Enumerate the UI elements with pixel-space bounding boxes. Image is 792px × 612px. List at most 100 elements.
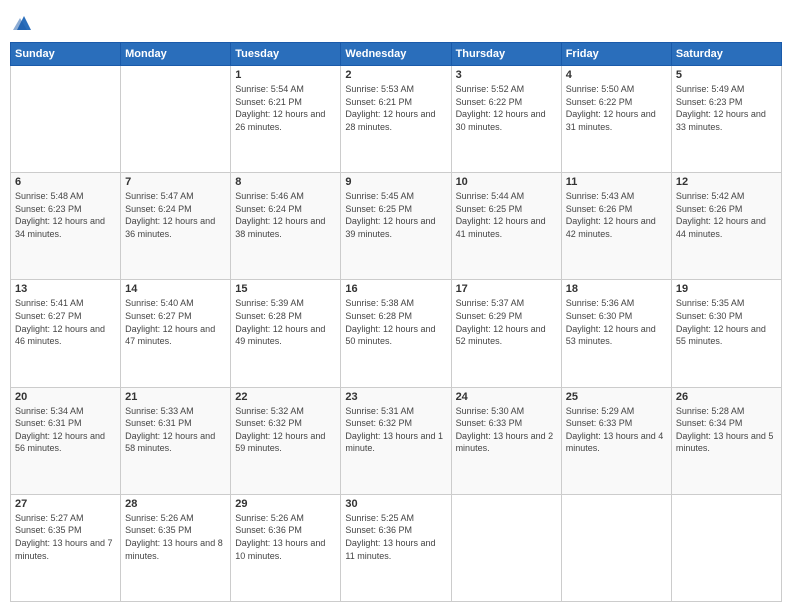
calendar-table: Sunday Monday Tuesday Wednesday Thursday… — [10, 42, 782, 602]
day-info: Sunrise: 5:40 AMSunset: 6:27 PMDaylight:… — [125, 297, 226, 347]
cell-w0-d1 — [121, 66, 231, 173]
cell-w4-d1: 28 Sunrise: 5:26 AMSunset: 6:35 PMDayligh… — [121, 494, 231, 601]
day-number: 27 — [15, 498, 116, 510]
day-info: Sunrise: 5:53 AMSunset: 6:21 PMDaylight:… — [345, 83, 446, 133]
cell-w1-d3: 9 Sunrise: 5:45 AMSunset: 6:25 PMDaylight… — [341, 173, 451, 280]
cell-w1-d6: 12 Sunrise: 5:42 AMSunset: 6:26 PMDayligh… — [671, 173, 781, 280]
cell-w3-d2: 22 Sunrise: 5:32 AMSunset: 6:32 PMDayligh… — [231, 387, 341, 494]
day-number: 25 — [566, 391, 667, 403]
day-number: 26 — [676, 391, 777, 403]
day-number: 15 — [235, 283, 336, 295]
day-number: 23 — [345, 391, 446, 403]
day-number: 17 — [456, 283, 557, 295]
cell-w2-d4: 17 Sunrise: 5:37 AMSunset: 6:29 PMDayligh… — [451, 280, 561, 387]
cell-w2-d1: 14Sunrise: 5:40 AMSunset: 6:27 PMDayligh… — [121, 280, 231, 387]
col-friday: Friday — [561, 43, 671, 66]
cell-w4-d4 — [451, 494, 561, 601]
day-info: Sunrise: 5:43 AMSunset: 6:26 PMDaylight:… — [566, 190, 667, 240]
day-number: 13 — [15, 283, 116, 295]
cell-w2-d2: 15 Sunrise: 5:39 AMSunset: 6:28 PMDayligh… — [231, 280, 341, 387]
header — [10, 10, 782, 34]
day-info: Sunrise: 5:49 AMSunset: 6:23 PMDaylight:… — [676, 83, 777, 133]
cell-w4-d5 — [561, 494, 671, 601]
day-info: Sunrise: 5:44 AMSunset: 6:25 PMDaylight:… — [456, 190, 557, 240]
day-number: 29 — [235, 498, 336, 510]
cell-w4-d2: 29 Sunrise: 5:26 AMSunset: 6:36 PMDayligh… — [231, 494, 341, 601]
day-number: 28 — [125, 498, 226, 510]
cell-w2-d0: 13 Sunrise: 5:41 AMSunset: 6:27 PMDayligh… — [11, 280, 121, 387]
week-row-3: 13 Sunrise: 5:41 AMSunset: 6:27 PMDayligh… — [11, 280, 782, 387]
day-info: Sunrise: 5:54 AMSunset: 6:21 PMDaylight:… — [235, 83, 336, 133]
day-info: Sunrise: 5:42 AMSunset: 6:26 PMDaylight:… — [676, 190, 777, 240]
day-number: 2 — [345, 69, 446, 81]
day-info: Sunrise: 5:50 AMSunset: 6:22 PMDaylight:… — [566, 83, 667, 133]
day-info: Sunrise: 5:45 AMSunset: 6:25 PMDaylight:… — [345, 190, 446, 240]
col-monday: Monday — [121, 43, 231, 66]
day-number: 24 — [456, 391, 557, 403]
logo-icon — [13, 12, 35, 34]
cell-w1-d2: 8 Sunrise: 5:46 AMSunset: 6:24 PMDaylight… — [231, 173, 341, 280]
day-info: Sunrise: 5:32 AMSunset: 6:32 PMDaylight:… — [235, 405, 336, 455]
cell-w3-d5: 25 Sunrise: 5:29 AMSunset: 6:33 PMDayligh… — [561, 387, 671, 494]
day-info: Sunrise: 5:46 AMSunset: 6:24 PMDaylight:… — [235, 190, 336, 240]
col-tuesday: Tuesday — [231, 43, 341, 66]
day-number: 21 — [125, 391, 226, 403]
day-number: 9 — [345, 176, 446, 188]
day-number: 20 — [15, 391, 116, 403]
day-info: Sunrise: 5:33 AMSunset: 6:31 PMDaylight:… — [125, 405, 226, 455]
day-number: 6 — [15, 176, 116, 188]
day-info: Sunrise: 5:27 AMSunset: 6:35 PMDaylight:… — [15, 512, 116, 562]
cell-w0-d5: 4 Sunrise: 5:50 AMSunset: 6:22 PMDaylight… — [561, 66, 671, 173]
day-number: 22 — [235, 391, 336, 403]
logo — [10, 10, 35, 34]
day-number: 12 — [676, 176, 777, 188]
col-sunday: Sunday — [11, 43, 121, 66]
day-number: 18 — [566, 283, 667, 295]
day-info: Sunrise: 5:48 AMSunset: 6:23 PMDaylight:… — [15, 190, 116, 240]
day-number: 1 — [235, 69, 336, 81]
day-number: 19 — [676, 283, 777, 295]
cell-w2-d6: 19 Sunrise: 5:35 AMSunset: 6:30 PMDayligh… — [671, 280, 781, 387]
day-number: 16 — [345, 283, 446, 295]
day-info: Sunrise: 5:39 AMSunset: 6:28 PMDaylight:… — [235, 297, 336, 347]
cell-w1-d4: 10Sunrise: 5:44 AMSunset: 6:25 PMDayligh… — [451, 173, 561, 280]
cell-w0-d2: 1 Sunrise: 5:54 AMSunset: 6:21 PMDaylight… — [231, 66, 341, 173]
day-info: Sunrise: 5:29 AMSunset: 6:33 PMDaylight:… — [566, 405, 667, 455]
day-number: 7 — [125, 176, 226, 188]
day-number: 30 — [345, 498, 446, 510]
cell-w3-d3: 23 Sunrise: 5:31 AMSunset: 6:32 PMDayligh… — [341, 387, 451, 494]
day-info: Sunrise: 5:37 AMSunset: 6:29 PMDaylight:… — [456, 297, 557, 347]
cell-w3-d4: 24Sunrise: 5:30 AMSunset: 6:33 PMDayligh… — [451, 387, 561, 494]
day-number: 3 — [456, 69, 557, 81]
day-number: 4 — [566, 69, 667, 81]
day-info: Sunrise: 5:31 AMSunset: 6:32 PMDaylight:… — [345, 405, 446, 455]
day-number: 11 — [566, 176, 667, 188]
day-info: Sunrise: 5:41 AMSunset: 6:27 PMDaylight:… — [15, 297, 116, 347]
day-info: Sunrise: 5:34 AMSunset: 6:31 PMDaylight:… — [15, 405, 116, 455]
cell-w1-d0: 6 Sunrise: 5:48 AMSunset: 6:23 PMDaylight… — [11, 173, 121, 280]
day-info: Sunrise: 5:38 AMSunset: 6:28 PMDaylight:… — [345, 297, 446, 347]
day-number: 5 — [676, 69, 777, 81]
cell-w3-d6: 26Sunrise: 5:28 AMSunset: 6:34 PMDayligh… — [671, 387, 781, 494]
day-info: Sunrise: 5:25 AMSunset: 6:36 PMDaylight:… — [345, 512, 446, 562]
page: Sunday Monday Tuesday Wednesday Thursday… — [0, 0, 792, 612]
cell-w1-d1: 7 Sunrise: 5:47 AMSunset: 6:24 PMDaylight… — [121, 173, 231, 280]
col-saturday: Saturday — [671, 43, 781, 66]
cell-w2-d3: 16 Sunrise: 5:38 AMSunset: 6:28 PMDayligh… — [341, 280, 451, 387]
cell-w1-d5: 11 Sunrise: 5:43 AMSunset: 6:26 PMDayligh… — [561, 173, 671, 280]
col-thursday: Thursday — [451, 43, 561, 66]
cell-w3-d0: 20 Sunrise: 5:34 AMSunset: 6:31 PMDayligh… — [11, 387, 121, 494]
day-info: Sunrise: 5:26 AMSunset: 6:35 PMDaylight:… — [125, 512, 226, 562]
cell-w0-d3: 2 Sunrise: 5:53 AMSunset: 6:21 PMDaylight… — [341, 66, 451, 173]
day-info: Sunrise: 5:26 AMSunset: 6:36 PMDaylight:… — [235, 512, 336, 562]
cell-w0-d4: 3 Sunrise: 5:52 AMSunset: 6:22 PMDaylight… — [451, 66, 561, 173]
cell-w3-d1: 21 Sunrise: 5:33 AMSunset: 6:31 PMDayligh… — [121, 387, 231, 494]
header-row: Sunday Monday Tuesday Wednesday Thursday… — [11, 43, 782, 66]
day-number: 8 — [235, 176, 336, 188]
day-info: Sunrise: 5:52 AMSunset: 6:22 PMDaylight:… — [456, 83, 557, 133]
day-info: Sunrise: 5:35 AMSunset: 6:30 PMDaylight:… — [676, 297, 777, 347]
week-row-1: 1 Sunrise: 5:54 AMSunset: 6:21 PMDaylight… — [11, 66, 782, 173]
col-wednesday: Wednesday — [341, 43, 451, 66]
cell-w0-d6: 5 Sunrise: 5:49 AMSunset: 6:23 PMDaylight… — [671, 66, 781, 173]
day-info: Sunrise: 5:47 AMSunset: 6:24 PMDaylight:… — [125, 190, 226, 240]
